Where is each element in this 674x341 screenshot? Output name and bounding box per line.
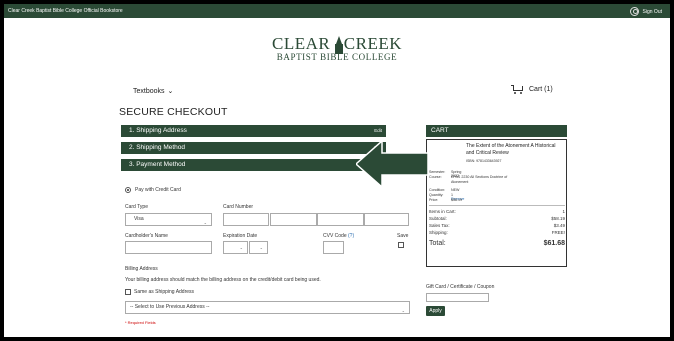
same-as-shipping-label: Same as Shipping Address [134, 289, 195, 295]
gift-card-label: Gift Card / Certificate / Coupon [426, 284, 495, 290]
textbooks-menu[interactable]: Textbooks ⌄ [133, 87, 174, 96]
expiration-year-select[interactable]: ⌄ [249, 241, 268, 254]
items-label: Items in Cart: [429, 209, 456, 214]
divider [429, 205, 565, 206]
previous-address-select[interactable]: -- Select to Use Previous Address -- ⌄ [125, 301, 410, 314]
sign-out-label: Sign Out [642, 8, 662, 15]
radio-selected[interactable] [125, 187, 131, 193]
tax-label: Sales Tax: [429, 223, 450, 228]
book-title: The Extent of the Atonement A Historical… [466, 143, 556, 156]
cardholder-name-label: Cardholder's Name [125, 233, 168, 239]
college-logo[interactable]: CLEAR CREEK BAPTIST BIBLE COLLEGE [272, 34, 402, 62]
arrow-left-icon [356, 141, 428, 187]
card-type-label: Card Type [125, 204, 148, 210]
condition-key: Condition: [429, 188, 446, 192]
pay-with-credit-card-option[interactable]: Pay with Credit Card [125, 187, 181, 193]
screen-frame: Clear Creek Baptist Bible College Offici… [0, 0, 674, 341]
chevron-down-icon: ⌄ [259, 245, 263, 250]
step-shipping-address[interactable]: 1. Shipping Address Edit [121, 125, 386, 137]
cart-icon [511, 84, 524, 95]
step-shipping-method[interactable]: 2. Shipping Method Edit [121, 142, 386, 154]
cvv-input[interactable] [323, 241, 344, 254]
step-payment-method[interactable]: 3. Payment Method [121, 159, 386, 171]
required-fields-note: * Required Fields [125, 320, 156, 325]
chevron-down-icon: ⌄ [401, 308, 405, 313]
logo-word-clear: CLEAR [272, 34, 331, 53]
same-as-shipping-option[interactable]: Same as Shipping Address [125, 289, 194, 295]
course-row: Course: EPAS 2230 All Sections Doctrine o… [429, 175, 507, 184]
sales-tax-row: Sales Tax: $3.49 [429, 223, 565, 228]
cart-link[interactable]: Cart (1) [511, 84, 553, 95]
chapel-tower-icon [334, 36, 344, 54]
cart-summary: The Extent of the Atonement A Historical… [426, 139, 567, 267]
book-isbn: ISBN: 9781433643927 [466, 159, 502, 163]
subtotal-label: Subtotal: [429, 216, 447, 221]
price-value: $58.19 [451, 198, 462, 202]
cart-link-label: Cart (1) [529, 86, 553, 93]
top-bar: Clear Creek Baptist Bible College Offici… [4, 4, 670, 18]
course-key: Course: [429, 175, 442, 179]
condition-value: NEW [451, 188, 460, 192]
subtotal-row: Subtotal: $58.19 [429, 216, 565, 221]
cvv-help-link[interactable]: (?) [348, 233, 354, 239]
textbooks-label: Textbooks [133, 87, 165, 95]
site-name: Clear Creek Baptist Bible College Offici… [8, 8, 123, 14]
step-label: 3. Payment Method [129, 161, 186, 168]
checkout-page: Clear Creek Baptist Bible College Offici… [4, 4, 670, 337]
card-number-label: Card Number [223, 204, 254, 210]
chevron-down-icon: ⌄ [239, 245, 243, 250]
cart-header: CART [426, 125, 567, 137]
price-row: Price: $58.19 [429, 198, 462, 202]
shipping-value: FREE! [551, 230, 565, 235]
semester-row: Semester: Spring 2022 [429, 170, 461, 178]
card-number-field-4[interactable] [364, 213, 409, 226]
quantity-key: Quantity: [429, 193, 444, 197]
total-row: Total: $61.68 [429, 240, 565, 247]
price-key: Price: [429, 198, 439, 202]
sign-out-link[interactable]: Sign Out [629, 7, 662, 16]
expiration-date-label: Expiration Date [223, 233, 258, 239]
items-in-cart-row: Items in Cart: 1 [429, 209, 565, 214]
pay-option-label: Pay with Credit Card [135, 187, 181, 193]
gift-card-input[interactable] [426, 293, 489, 302]
cardholder-name-input[interactable] [125, 241, 212, 254]
course-value: EPAS 2230 All Sections Doctrine of Atone… [451, 175, 508, 184]
total-value: $61.68 [543, 240, 565, 247]
card-number-field-2[interactable] [270, 213, 317, 226]
billing-address-title: Billing Address [125, 266, 158, 272]
cvv-label: CVV Code (?) [323, 233, 354, 239]
card-type-select[interactable]: Visa ⌄ [125, 213, 212, 226]
user-icon [629, 7, 639, 16]
save-card-checkbox[interactable] [398, 242, 404, 248]
card-type-value: Visa [134, 216, 144, 222]
step-label: 1. Shipping Address [129, 127, 187, 134]
step-label: 2. Shipping Method [129, 144, 186, 151]
expiration-month-select[interactable]: ⌄ [223, 241, 248, 254]
subtotal-value: $58.19 [551, 216, 565, 221]
logo-word-creek: CREEK [343, 34, 402, 53]
chevron-down-icon: ⌄ [167, 88, 174, 95]
tax-value: $3.49 [553, 223, 565, 228]
save-label: Save [397, 233, 409, 239]
quantity-row: Quantity: 1 Remove [429, 193, 464, 201]
apply-button[interactable]: Apply [426, 306, 445, 316]
page-title: SECURE CHECKOUT [119, 106, 228, 118]
shipping-row: Shipping: FREE! [429, 230, 565, 235]
condition-row: Condition: NEW [429, 188, 459, 192]
total-label: Total: [429, 240, 446, 247]
chevron-down-icon: ⌄ [203, 220, 207, 225]
card-number-field-3[interactable] [317, 213, 364, 226]
same-as-shipping-checkbox[interactable] [125, 289, 131, 295]
shipping-label: Shipping: [429, 230, 448, 235]
billing-address-note: Your billing address should match the bi… [125, 277, 321, 283]
semester-key: Semester: [429, 170, 446, 174]
items-value: 1 [562, 209, 565, 214]
edit-shipping-address-link[interactable]: Edit [374, 125, 382, 137]
cvv-label-text: CVV Code [323, 233, 347, 239]
card-number-field-1[interactable] [223, 213, 269, 226]
previous-address-placeholder: -- Select to Use Previous Address -- [130, 304, 210, 310]
